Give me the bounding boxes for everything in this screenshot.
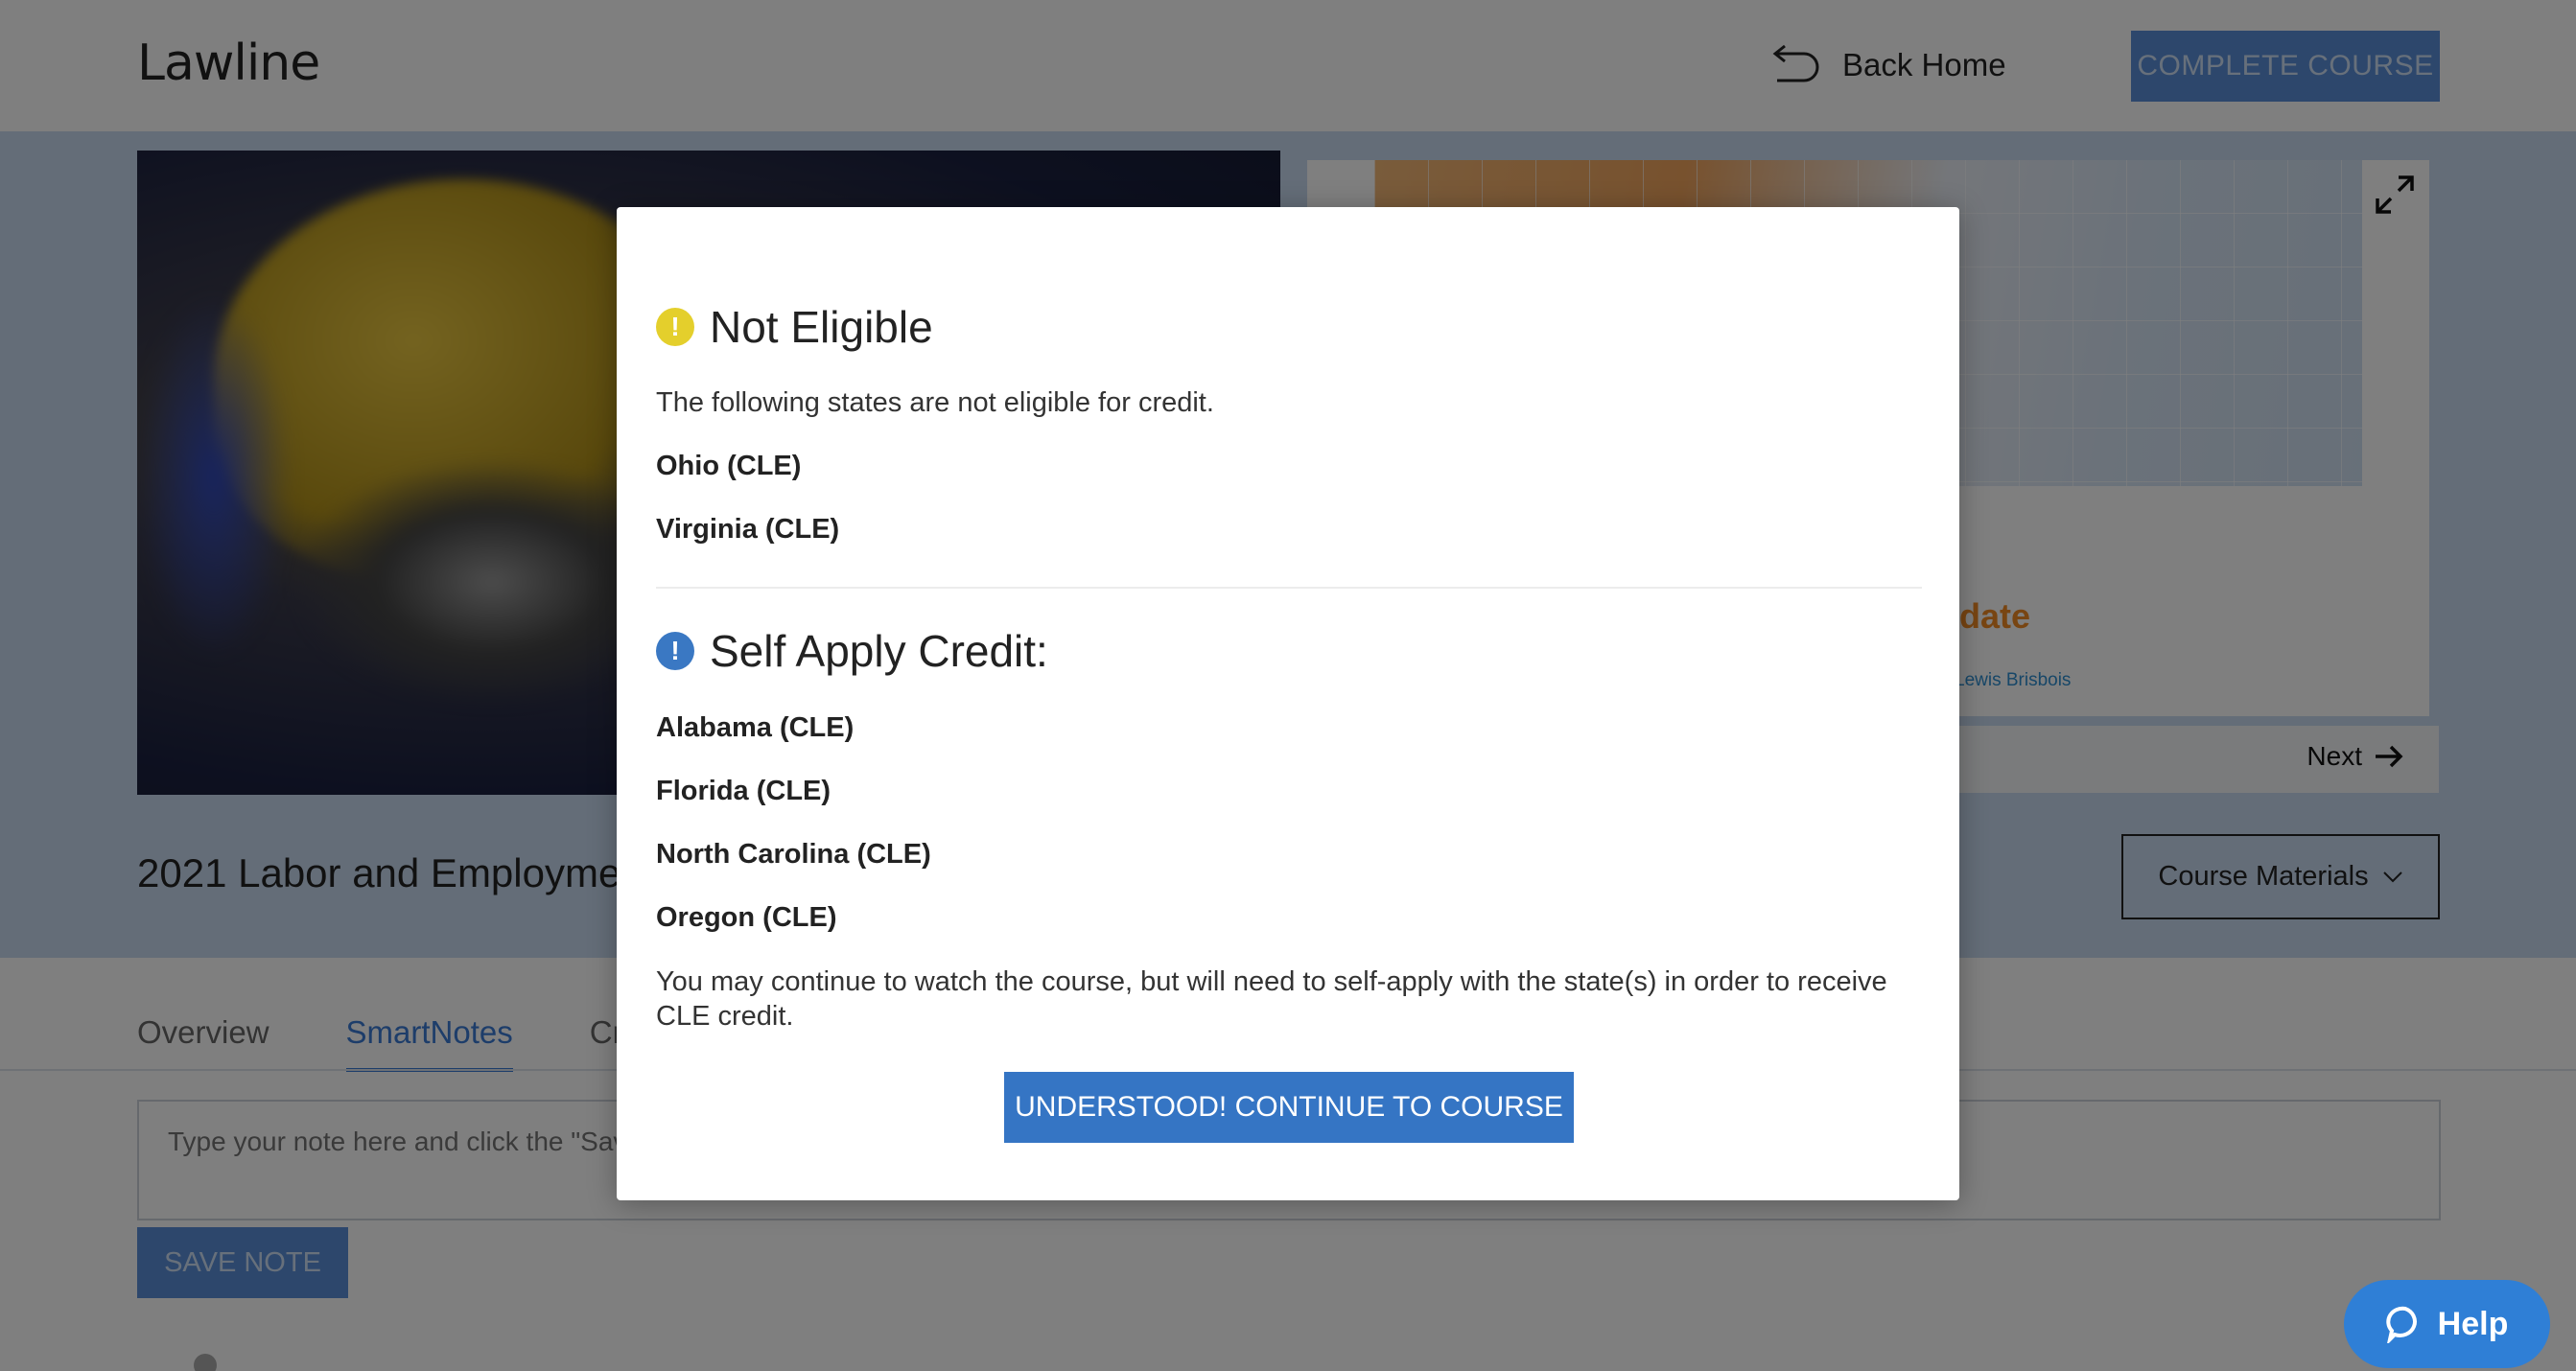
warning-icon: !	[656, 308, 694, 346]
self-apply-header: ! Self Apply Credit:	[656, 625, 1048, 677]
eligibility-modal: ! Not Eligible The following states are …	[617, 207, 1959, 1200]
self-apply-state: North Carolina (CLE)	[656, 839, 931, 870]
chat-bubble-icon	[2386, 1306, 2417, 1343]
modal-divider	[656, 587, 1922, 589]
help-label: Help	[2437, 1305, 2509, 1342]
self-apply-state: Florida (CLE)	[656, 776, 831, 806]
not-eligible-intro: The following states are not eligible fo…	[656, 387, 1214, 418]
info-icon: !	[656, 632, 694, 670]
ineligible-state: Virginia (CLE)	[656, 514, 840, 545]
ineligible-state: Ohio (CLE)	[656, 451, 802, 481]
self-apply-title: Self Apply Credit:	[710, 626, 1048, 676]
help-button[interactable]: Help	[2344, 1280, 2550, 1368]
self-apply-state: Alabama (CLE)	[656, 712, 855, 743]
self-apply-state: Oregon (CLE)	[656, 902, 837, 933]
self-apply-note: You may continue to watch the course, bu…	[656, 966, 1887, 1032]
not-eligible-header: ! Not Eligible	[656, 301, 933, 353]
continue-to-course-button[interactable]: UNDERSTOOD! CONTINUE TO COURSE	[1004, 1072, 1574, 1143]
not-eligible-title: Not Eligible	[710, 302, 933, 352]
